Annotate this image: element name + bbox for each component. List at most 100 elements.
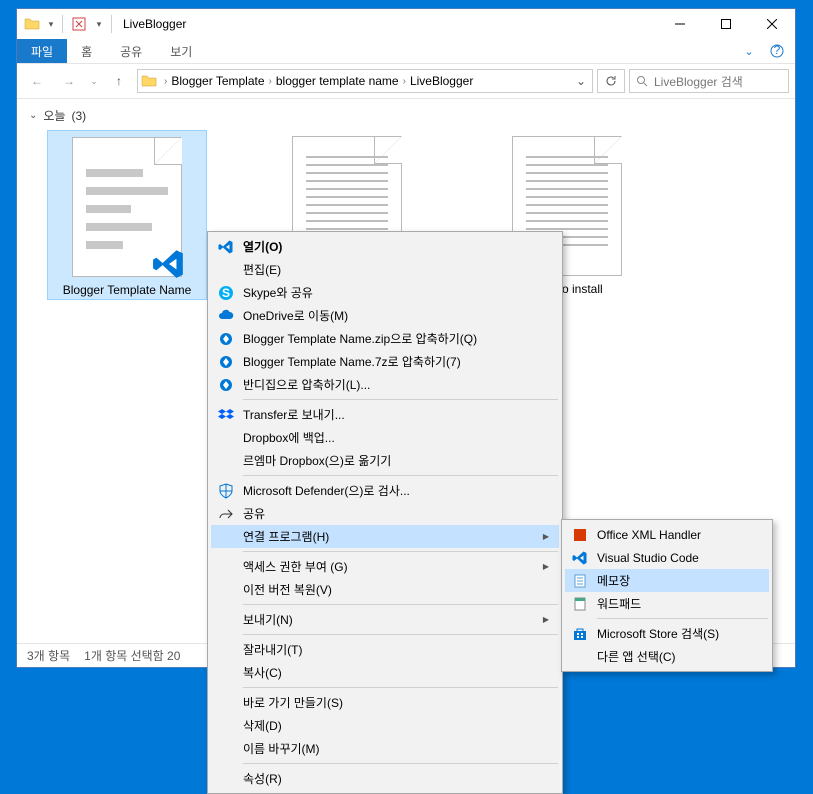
tab-view[interactable]: 보기 [156,39,206,63]
menu-item-label: 바로 가기 만들기(S) [243,694,343,711]
folder-icon [21,13,43,35]
breadcrumb[interactable]: blogger template name [274,74,401,88]
menu-separator [597,618,768,619]
menu-item[interactable]: 액세스 권한 부여 (G)▶ [211,555,559,578]
share-icon [217,505,235,523]
menu-item[interactable]: S Skype와 공유 [211,281,559,304]
recent-dropdown[interactable]: ⌄ [87,69,101,93]
menu-item[interactable]: Office XML Handler [565,523,769,546]
forward-button[interactable]: → [55,69,83,93]
menu-item[interactable]: 다른 앱 선택(C) [565,645,769,668]
address-bar[interactable]: › Blogger Template › blogger template na… [137,69,593,93]
context-submenu: Office XML Handler Visual Studio Code 메모장워… [561,519,773,672]
menu-item-label: 이전 버전 복원(V) [243,581,332,598]
menu-item-label: 연결 프로그램(H) [243,528,329,545]
menu-item-label: 워드패드 [597,595,641,612]
close-button[interactable] [749,9,795,39]
menu-item[interactable]: 편집(E) [211,258,559,281]
back-button[interactable]: ← [23,69,51,93]
dropbox-icon [217,406,235,424]
up-button[interactable]: ↑ [105,69,133,93]
search-placeholder: LiveBlogger 검색 [654,73,743,90]
window-controls [657,9,795,39]
menu-item[interactable]: Blogger Template Name.zip으로 압축하기(Q) [211,327,559,350]
menu-item-label: 보내기(N) [243,611,293,628]
chevron-down-icon[interactable]: ⌄ [29,110,37,121]
menu-item[interactable]: Dropbox에 백업... [211,426,559,449]
menu-separator [243,551,558,552]
group-header[interactable]: ⌄ 오늘 (3) [29,107,783,124]
menu-item-label: 메모장 [597,572,630,589]
status-count: 3개 항목 [27,647,70,664]
menu-item-label: 복사(C) [243,664,282,681]
menu-item[interactable]: Microsoft Defender(으)로 검사... [211,479,559,502]
menu-item[interactable]: 연결 프로그램(H) ▶ [211,525,559,548]
menu-item[interactable]: 메모장 [565,569,769,592]
office-icon [571,526,589,544]
properties-icon[interactable] [68,13,90,35]
chevron-right-icon[interactable]: › [267,76,274,87]
menu-item[interactable]: 잘라내기(T) [211,638,559,661]
menu-item[interactable]: Blogger Template Name.7z로 압축하기(7) [211,350,559,373]
address-dropdown-icon[interactable]: ⌄ [572,74,590,88]
menu-item[interactable]: Visual Studio Code [565,546,769,569]
qat-dropdown-icon[interactable]: ▾ [92,13,106,35]
menu-item[interactable]: 속성(R) [211,767,559,790]
ribbon-tabs: 파일 홈 공유 보기 ⌄ ? [17,39,795,63]
menu-item[interactable]: 복사(C) [211,661,559,684]
menu-item[interactable]: 삭제(D) [211,714,559,737]
tab-file[interactable]: 파일 [17,39,67,63]
ribbon-expand-icon[interactable]: ⌄ [737,41,761,61]
menu-item[interactable]: 열기(O) [211,235,559,258]
menu-item-label: Transfer로 보내기... [243,406,345,423]
menu-item-label: Blogger Template Name.7z로 압축하기(7) [243,353,461,370]
menu-item[interactable]: 이전 버전 복원(V) [211,578,559,601]
menu-separator [243,634,558,635]
refresh-button[interactable] [597,69,625,93]
chevron-right-icon[interactable]: › [162,76,169,87]
qat-dropdown-icon[interactable]: ▾ [45,13,57,35]
vscode-icon [152,247,186,281]
store-icon [571,625,589,643]
menu-item[interactable]: OneDrive로 이동(M) [211,304,559,327]
chevron-right-icon: ▶ [543,532,549,541]
menu-separator [243,604,558,605]
search-input[interactable]: LiveBlogger 검색 [629,69,789,93]
breadcrumb[interactable]: Blogger Template [169,74,266,88]
menu-separator [243,399,558,400]
menu-item-label: Dropbox에 백업... [243,429,335,446]
menu-item-label: Skype와 공유 [243,284,313,301]
menu-item-label: 르엠마 Dropbox(으)로 옮기기 [243,452,391,469]
search-icon [636,75,648,87]
svg-text:S: S [222,286,230,300]
menu-item-label: Visual Studio Code [597,551,699,565]
menu-item-label: 다른 앱 선택(C) [597,648,676,665]
help-icon[interactable]: ? [765,41,789,61]
window-title: LiveBlogger [123,17,186,31]
minimize-button[interactable] [657,9,703,39]
menu-item[interactable]: 반디집으로 압축하기(L)... [211,373,559,396]
menu-item-label: 액세스 권한 부여 (G) [243,558,348,575]
breadcrumb[interactable]: LiveBlogger [408,74,475,88]
menu-item[interactable]: 르엠마 Dropbox(으)로 옮기기 [211,449,559,472]
menu-item[interactable]: 보내기(N) ▶ [211,608,559,631]
tab-share[interactable]: 공유 [106,39,156,63]
menu-item-label: 이름 바꾸기(M) [243,740,320,757]
menu-separator [243,475,558,476]
menu-item[interactable]: 공유 [211,502,559,525]
menu-item-label: 공유 [243,505,265,522]
skype-icon: S [217,284,235,302]
menu-item[interactable]: 워드패드 [565,592,769,615]
chevron-right-icon[interactable]: › [401,76,408,87]
tab-home[interactable]: 홈 [67,39,106,63]
svg-text:?: ? [774,44,781,57]
menu-item[interactable]: 바로 가기 만들기(S) [211,691,559,714]
menu-item-label: 잘라내기(T) [243,641,302,658]
menu-item[interactable]: Transfer로 보내기... [211,403,559,426]
menu-item[interactable]: 이름 바꾸기(M) [211,737,559,760]
file-item[interactable]: Blogger Template Name [47,130,207,300]
maximize-button[interactable] [703,9,749,39]
chevron-right-icon: ▶ [543,615,549,624]
menu-item[interactable]: Microsoft Store 검색(S) [565,622,769,645]
defender-icon [217,482,235,500]
